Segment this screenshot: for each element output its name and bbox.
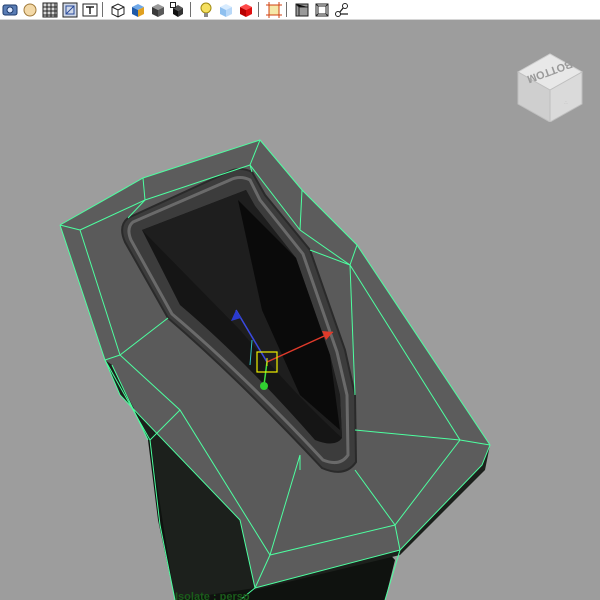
resolution-gate-icon[interactable] [80, 0, 99, 19]
xray-icon[interactable] [216, 0, 235, 19]
view-cube[interactable]: BOTTOM ∴ [510, 42, 590, 122]
textured-icon[interactable] [236, 0, 255, 19]
view-cube-side-mark: ∴ [564, 100, 567, 106]
toolbar-separator [188, 0, 196, 19]
xray-joints-icon[interactable] [292, 0, 311, 19]
grid-icon[interactable] [40, 0, 59, 19]
film-gate-icon[interactable] [60, 0, 79, 19]
display-joints-icon[interactable] [332, 0, 351, 19]
isolate-select-icon[interactable] [264, 0, 283, 19]
shade-selected-icon[interactable] [168, 0, 187, 19]
wireframe-icon[interactable] [108, 0, 127, 19]
toolbar-separator [256, 0, 264, 19]
image-plane-icon[interactable] [20, 0, 39, 19]
perspective-viewport[interactable]: BOTTOM ∴ Isolate : persp [0, 20, 600, 600]
camera-attributes-icon[interactable] [0, 0, 19, 19]
panel-toolbar [0, 0, 600, 20]
toolbar-separator [100, 0, 108, 19]
maya-viewport-panel: BOTTOM ∴ Isolate : persp [0, 0, 600, 600]
flat-shade-icon[interactable] [148, 0, 167, 19]
backface-culling-icon[interactable] [312, 0, 331, 19]
smooth-shade-all-icon[interactable] [128, 0, 147, 19]
toolbar-separator [284, 0, 292, 19]
camera-label: Isolate : persp [175, 591, 250, 600]
use-all-lights-icon[interactable] [196, 0, 215, 19]
